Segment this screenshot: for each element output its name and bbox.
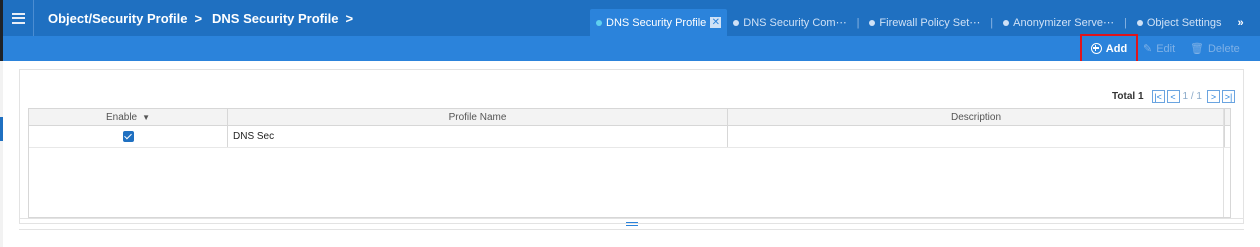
delete-button[interactable]: 🗑 Delete [1190, 36, 1240, 61]
tab-anonymizer-server[interactable]: Anonymizer Serve⋯ [997, 9, 1120, 36]
close-icon[interactable]: ✕ [710, 17, 722, 28]
tab-label: Firewall Policy Set⋯ [879, 17, 981, 29]
prev-page-button[interactable]: < [1166, 90, 1180, 103]
enable-cell [29, 126, 228, 147]
enable-checkbox[interactable] [122, 131, 134, 142]
tab-separator: | [856, 16, 860, 29]
tab-label: Anonymizer Serve⋯ [1013, 17, 1115, 29]
pagination: Total 1 |< < 1 / 1 > >| [1112, 90, 1235, 103]
add-label: Add [1105, 42, 1128, 55]
page-indicator: 1 / 1 [1182, 91, 1202, 102]
breadcrumb: Object/Security Profile > DNS Security P… [48, 11, 363, 26]
table-row[interactable]: DNS Sec [29, 126, 1230, 148]
tab-label: DNS Security Profile [606, 16, 707, 29]
toolbar: Add ✎ Edit 🗑 Delete [3, 34, 1260, 63]
menu-button[interactable] [3, 0, 33, 36]
vertical-scrollbar[interactable] [1223, 109, 1230, 217]
trash-icon: 🗑 [1190, 43, 1204, 55]
panel-splitter[interactable] [19, 218, 1244, 230]
tab-bar: DNS Security Profile ✕ DNS Security Com⋯… [590, 9, 1244, 36]
column-header-description[interactable]: Description [728, 109, 1225, 125]
main-content: Total 1 |< < 1 / 1 > >| Enable ▼ Profile… [3, 61, 1260, 247]
column-label: Profile Name [448, 111, 507, 123]
column-header-enable[interactable]: Enable ▼ [29, 109, 228, 125]
tab-dot-icon [869, 19, 876, 26]
tab-dns-security-com[interactable]: DNS Security Com⋯ [727, 9, 852, 36]
tab-firewall-policy-set[interactable]: Firewall Policy Set⋯ [863, 9, 986, 36]
tab-separator: | [990, 16, 994, 29]
divider [33, 0, 34, 36]
total-count: Total 1 [1112, 91, 1144, 102]
edit-label: Edit [1156, 42, 1176, 55]
profile-table: Enable ▼ Profile Name Description DNS Se… [28, 108, 1231, 218]
edit-icon: ✎ [1143, 43, 1153, 55]
column-header-profile-name[interactable]: Profile Name [228, 109, 728, 125]
tab-dot-icon [596, 19, 602, 26]
tab-object-settings[interactable]: Object Settings [1131, 9, 1228, 36]
drag-handle-icon [625, 222, 638, 226]
tab-separator: | [1124, 16, 1127, 29]
column-label: Enable [105, 111, 138, 123]
add-button[interactable]: Add [1080, 34, 1138, 63]
next-page-button[interactable]: > [1207, 90, 1220, 103]
sort-down-icon[interactable]: ▼ [142, 113, 150, 122]
more-tabs-icon[interactable]: » [1237, 9, 1243, 36]
tab-label: Object Settings [1146, 16, 1222, 29]
breadcrumb-separator: > [345, 10, 354, 26]
breadcrumb-separator: > [194, 10, 203, 26]
last-page-button[interactable]: >| [1222, 90, 1235, 103]
breadcrumb-item[interactable]: DNS Security Profile [212, 11, 338, 26]
table-header: Enable ▼ Profile Name Description [29, 109, 1230, 126]
tab-label: DNS Security Com⋯ [743, 17, 847, 29]
tab-dot-icon [1003, 19, 1010, 26]
list-panel: Total 1 |< < 1 / 1 > >| Enable ▼ Profile… [19, 69, 1244, 224]
edit-button[interactable]: ✎ Edit [1143, 36, 1175, 61]
tab-dns-security-profile[interactable]: DNS Security Profile ✕ [590, 9, 728, 36]
tab-dot-icon [1136, 19, 1143, 26]
top-bar: Object/Security Profile > DNS Security P… [3, 0, 1260, 36]
hamburger-icon [11, 12, 25, 24]
tab-dot-icon [733, 19, 740, 26]
delete-label: Delete [1207, 42, 1240, 55]
breadcrumb-item[interactable]: Object/Security Profile [48, 11, 187, 26]
add-circle-icon [1090, 43, 1102, 54]
description-cell [728, 126, 1225, 147]
profile-name-cell: DNS Sec [228, 126, 728, 147]
first-page-button[interactable]: |< [1151, 90, 1165, 103]
column-label: Description [950, 111, 1002, 123]
